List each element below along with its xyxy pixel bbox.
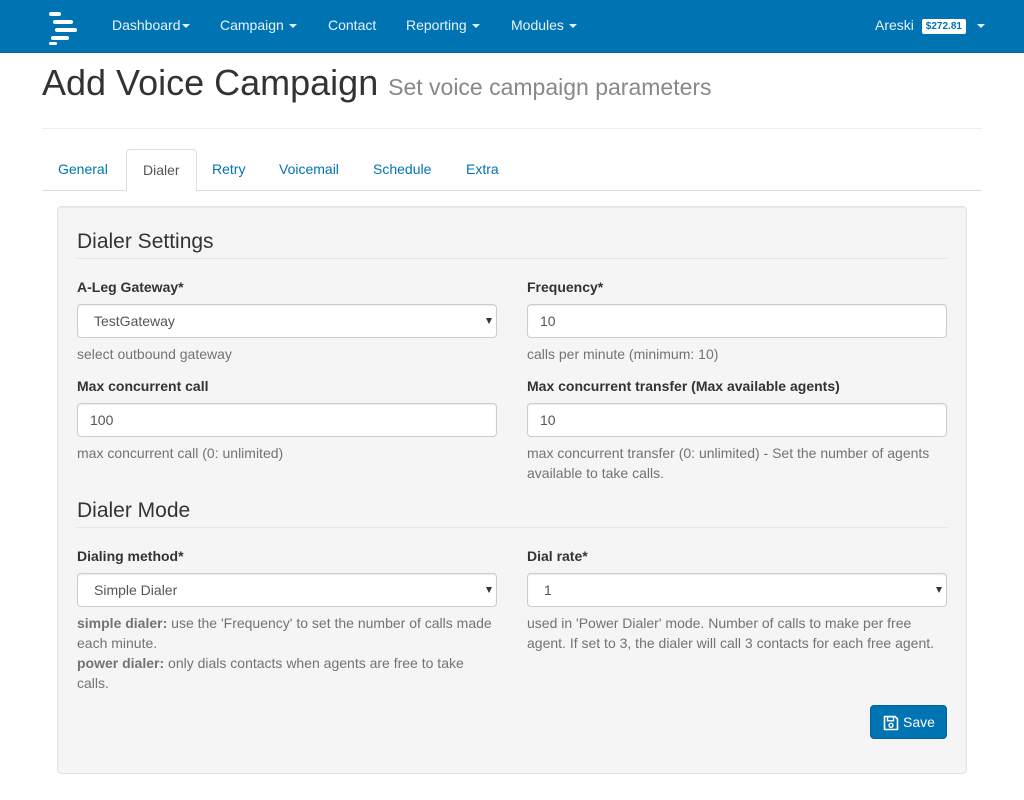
caret-down-icon xyxy=(181,24,190,29)
max-call-label: Max concurrent call xyxy=(77,378,209,394)
nav-campaign-label: Campaign xyxy=(220,17,284,33)
max-transfer-field: Max concurrent transfer (Max available a… xyxy=(527,378,947,483)
dialing-method-select[interactable]: Simple Dialer xyxy=(77,573,497,607)
nav-reporting-label: Reporting xyxy=(406,17,467,33)
max-call-input[interactable] xyxy=(77,403,497,437)
tab-retry[interactable]: Retry xyxy=(196,149,261,191)
caret-down-icon xyxy=(568,24,577,29)
dialer-mode-legend: Dialer Mode xyxy=(77,498,947,528)
gateway-select[interactable]: TestGateway xyxy=(77,304,497,338)
tab-extra-label: Extra xyxy=(466,161,499,177)
dialer-settings-legend: Dialer Settings xyxy=(77,229,947,259)
page-header: Add Voice Campaign Set voice campaign pa… xyxy=(42,62,982,129)
max-call-field: Max concurrent call max concurrent call … xyxy=(77,378,497,463)
dialer-form-panel: Dialer Settings A-Leg Gateway* TestGatew… xyxy=(57,206,967,774)
balance-badge: $272.81 xyxy=(921,19,966,34)
frequency-help: calls per minute (minimum: 10) xyxy=(527,346,719,362)
tab-schedule-label: Schedule xyxy=(373,161,432,177)
frequency-label: Frequency* xyxy=(527,279,604,295)
tab-schedule[interactable]: Schedule xyxy=(357,149,447,191)
tab-voicemail[interactable]: Voicemail xyxy=(263,149,355,191)
nav-campaign[interactable]: Campaign xyxy=(220,0,297,52)
caret-down-icon xyxy=(288,24,297,29)
dialing-method-field: Dialing method* Simple Dialer simple dia… xyxy=(77,548,497,693)
top-navbar: Dashboard Campaign Contact Reporting Mod… xyxy=(0,0,1024,53)
tab-dialer[interactable]: Dialer xyxy=(126,149,197,192)
dialing-method-label: Dialing method* xyxy=(77,548,184,564)
nav-reporting[interactable]: Reporting xyxy=(406,0,480,52)
caret-down-icon xyxy=(976,24,985,29)
nav-modules-label: Modules xyxy=(511,17,564,33)
logo-icon[interactable] xyxy=(47,10,79,46)
user-menu[interactable]: Areski $272.81 xyxy=(875,0,985,52)
dial-rate-label: Dial rate* xyxy=(527,548,588,564)
page-subtitle: Set voice campaign parameters xyxy=(388,74,712,100)
tab-general[interactable]: General xyxy=(42,149,124,191)
gateway-field: A-Leg Gateway* TestGateway select outbou… xyxy=(77,279,497,364)
power-dialer-help: power dialer: only dials contacts when a… xyxy=(77,653,497,693)
campaign-tabs: General Dialer Retry Voicemail Schedule … xyxy=(42,149,982,192)
power-dialer-term: power dialer: xyxy=(77,655,165,671)
user-name: Areski xyxy=(875,17,914,33)
max-transfer-label: Max concurrent transfer (Max available a… xyxy=(527,378,840,394)
gateway-label: A-Leg Gateway* xyxy=(77,279,184,295)
nav-contact[interactable]: Contact xyxy=(328,0,376,52)
tab-retry-label: Retry xyxy=(212,161,246,177)
max-call-help: max concurrent call (0: unlimited) xyxy=(77,445,284,461)
nav-dashboard-label: Dashboard xyxy=(112,17,181,33)
max-transfer-help: max concurrent transfer (0: unlimited) -… xyxy=(527,445,930,481)
tab-general-label: General xyxy=(58,161,108,177)
select-arrow-icon xyxy=(936,587,942,593)
save-button[interactable]: Save xyxy=(870,705,947,739)
gateway-select-value: TestGateway xyxy=(94,313,175,329)
frequency-input[interactable] xyxy=(527,304,947,338)
simple-dialer-term: simple dialer: xyxy=(77,615,168,631)
max-transfer-input[interactable] xyxy=(527,403,947,437)
dialing-method-help: simple dialer: use the 'Frequency' to se… xyxy=(77,613,497,693)
dial-rate-select[interactable]: 1 xyxy=(527,573,947,607)
dial-rate-help: used in 'Power Dialer' mode. Number of c… xyxy=(527,615,935,651)
frequency-field: Frequency* calls per minute (minimum: 10… xyxy=(527,279,947,364)
dial-rate-value: 1 xyxy=(544,582,552,598)
nav-modules[interactable]: Modules xyxy=(511,0,577,52)
select-arrow-icon xyxy=(486,587,492,593)
caret-down-icon xyxy=(471,24,480,29)
select-arrow-icon xyxy=(486,318,492,324)
tab-voicemail-label: Voicemail xyxy=(279,161,339,177)
simple-dialer-help: simple dialer: use the 'Frequency' to se… xyxy=(77,613,497,653)
tab-extra[interactable]: Extra xyxy=(450,149,515,191)
floppy-disk-icon xyxy=(883,715,899,731)
dial-rate-field: Dial rate* 1 used in 'Power Dialer' mode… xyxy=(527,548,947,653)
nav-contact-label: Contact xyxy=(328,17,377,33)
nav-dashboard[interactable]: Dashboard xyxy=(112,0,190,52)
save-button-label: Save xyxy=(903,714,935,730)
gateway-help: select outbound gateway xyxy=(77,346,232,362)
tab-dialer-label: Dialer xyxy=(143,162,180,178)
page-title: Add Voice Campaign xyxy=(42,62,379,103)
dialing-method-value: Simple Dialer xyxy=(94,582,178,598)
